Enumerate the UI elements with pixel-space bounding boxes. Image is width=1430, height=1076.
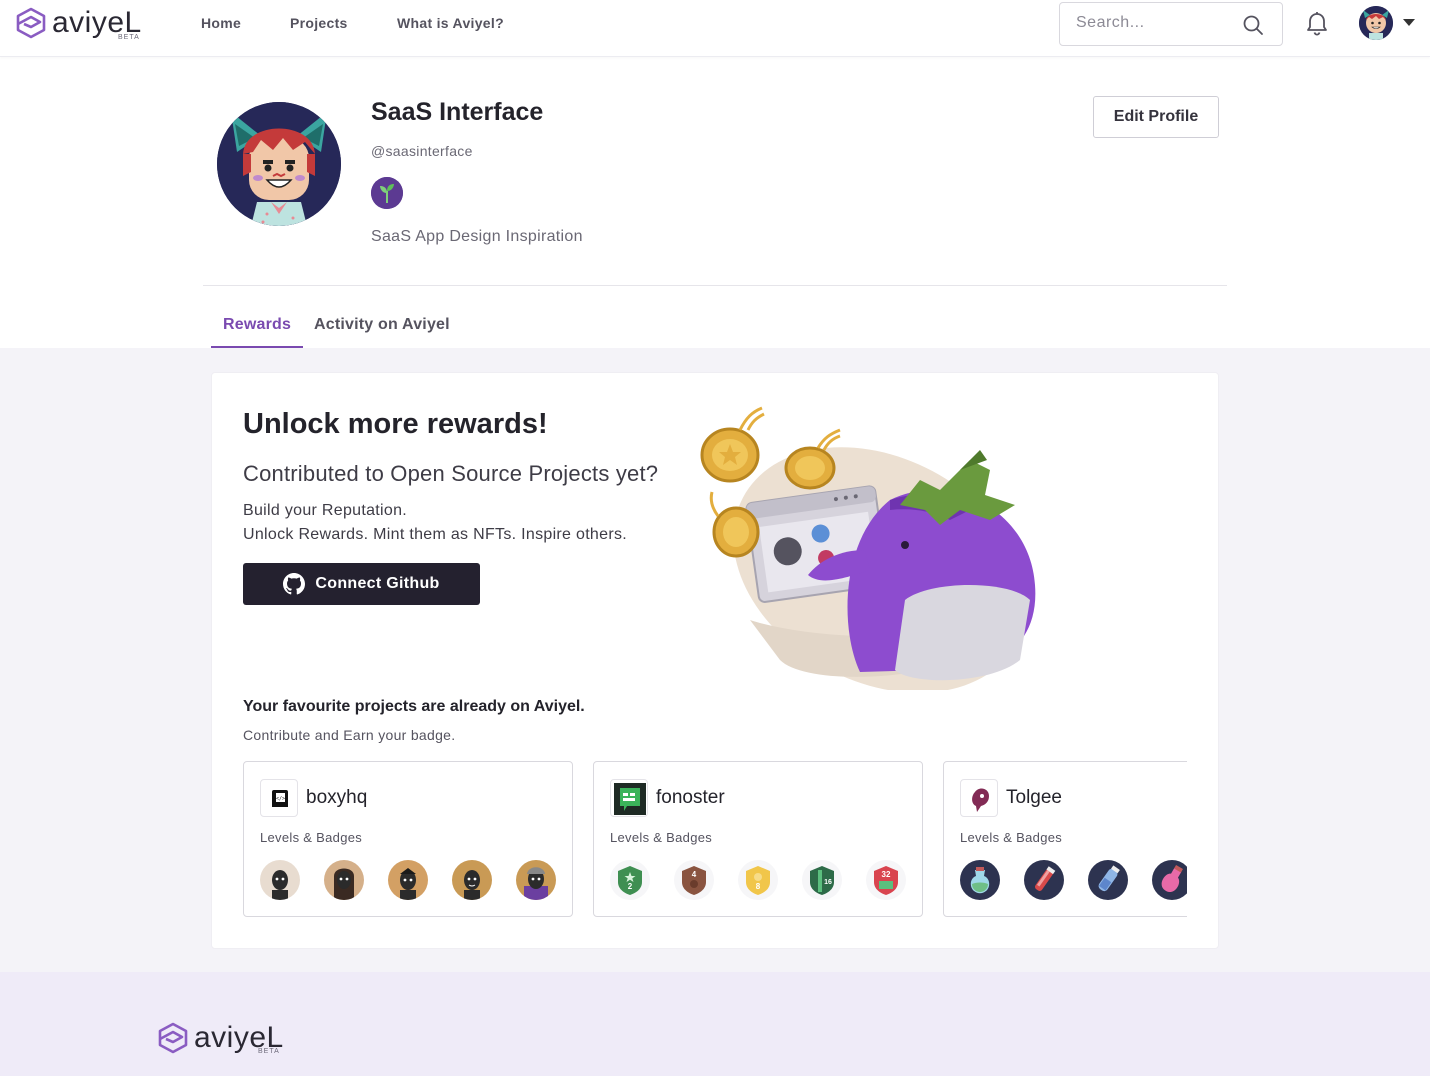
badges-row: 2 4 8 16 32	[610, 860, 930, 900]
footer-logo-beta-tag: BETA	[258, 1048, 280, 1055]
tolgee-logo-icon	[960, 779, 998, 817]
badge-number-2: 2	[628, 882, 633, 891]
project-cards-carousel: </> boxyhq Levels & Badges fonoster Leve…	[243, 761, 1187, 918]
favourite-projects-subtitle: Contribute and Earn your badge.	[243, 727, 456, 743]
tab-activity-on-aviyel[interactable]: Activity on Aviyel	[302, 316, 462, 348]
level-badge-32[interactable]: 32	[866, 860, 906, 900]
search-box	[1059, 2, 1283, 46]
potion-badge-1[interactable]	[960, 860, 1000, 900]
level-badge-8[interactable]: 8	[738, 860, 778, 900]
profile-handle: @saasinterface	[371, 143, 473, 159]
aviyel-logo[interactable]: aviyeL BETA	[14, 6, 142, 41]
level-badge-4[interactable]	[452, 860, 492, 900]
logo-beta-tag: BETA	[118, 34, 140, 41]
search-icon[interactable]	[1242, 14, 1264, 41]
project-card-tolgee[interactable]: Tolgee Levels & Badges	[943, 761, 1187, 917]
project-name: boxyhq	[306, 787, 368, 808]
tab-rewards[interactable]: Rewards	[211, 316, 304, 348]
level-badge-2[interactable]	[324, 860, 364, 900]
nav-link-what-is-aviyel[interactable]: What is Aviyel?	[397, 15, 504, 31]
notifications-bell-icon[interactable]	[1305, 11, 1329, 42]
level-badge-4[interactable]: 4	[674, 860, 714, 900]
favourite-projects-title: Your favourite projects are already on A…	[243, 698, 585, 715]
level-badge-3[interactable]	[388, 860, 428, 900]
project-name: Tolgee	[1006, 787, 1062, 808]
eggplant-coins-illustration	[690, 400, 1050, 693]
potion-badge-3[interactable]	[1088, 860, 1128, 900]
project-card-boxyhq[interactable]: </> boxyhq Levels & Badges	[243, 761, 573, 917]
badges-row	[960, 860, 1187, 900]
profile-divider	[203, 285, 1227, 286]
level-badge-16[interactable]: 16	[802, 860, 842, 900]
badges-row	[260, 860, 580, 900]
badge-number-8: 8	[756, 882, 761, 891]
badge-number-16: 16	[824, 879, 832, 886]
top-navbar: aviyeL BETA Home Projects What is Aviyel…	[0, 0, 1430, 57]
footer-aviyel-logo[interactable]: aviyeL BETA	[156, 1021, 284, 1055]
rewards-line-reputation: Build your Reputation.	[243, 502, 408, 519]
footer-aviyel-logo-icon	[158, 1022, 188, 1054]
user-menu-caret-icon[interactable]	[1403, 19, 1415, 26]
project-card-fonoster[interactable]: fonoster Levels & Badges 2 4 8 16 32	[593, 761, 923, 917]
levels-badges-label: Levels & Badges	[260, 830, 363, 845]
profile-avatar	[217, 102, 341, 226]
level-badge-2[interactable]: 2	[610, 860, 650, 900]
profile-bio: SaaS App Design Inspiration	[371, 228, 583, 245]
user-avatar[interactable]	[1359, 6, 1393, 40]
nav-link-projects[interactable]: Projects	[290, 15, 348, 31]
edit-profile-button[interactable]: Edit Profile	[1093, 96, 1219, 138]
search-input[interactable]	[1076, 14, 1236, 32]
potion-badge-2[interactable]	[1024, 860, 1064, 900]
level-badge-1[interactable]	[260, 860, 300, 900]
boxyhq-logo-icon: </>	[260, 779, 298, 817]
level-badge-5[interactable]	[516, 860, 556, 900]
rewards-subheading: Contributed to Open Source Projects yet?	[243, 461, 659, 486]
project-name: fonoster	[656, 787, 725, 808]
svg-text:</>: </>	[276, 796, 285, 802]
fonoster-logo-icon	[610, 779, 648, 817]
connect-github-button[interactable]: Connect Github	[243, 563, 480, 605]
badge-number-4: 4	[692, 870, 697, 879]
levels-badges-label: Levels & Badges	[610, 830, 713, 845]
aviyel-logo-icon	[16, 7, 46, 39]
badge-number-32: 32	[882, 870, 891, 879]
sprout-badge-icon	[371, 177, 403, 209]
github-icon	[283, 573, 306, 595]
profile-name: SaaS Interface	[371, 98, 544, 126]
rewards-line-unlock: Unlock Rewards. Mint them as NFTs. Inspi…	[243, 526, 628, 543]
potion-badge-4[interactable]	[1152, 860, 1187, 900]
rewards-heading: Unlock more rewards!	[243, 408, 548, 440]
nav-link-home[interactable]: Home	[201, 15, 241, 31]
connect-github-label: Connect Github	[315, 575, 440, 592]
levels-badges-label: Levels & Badges	[960, 830, 1063, 845]
